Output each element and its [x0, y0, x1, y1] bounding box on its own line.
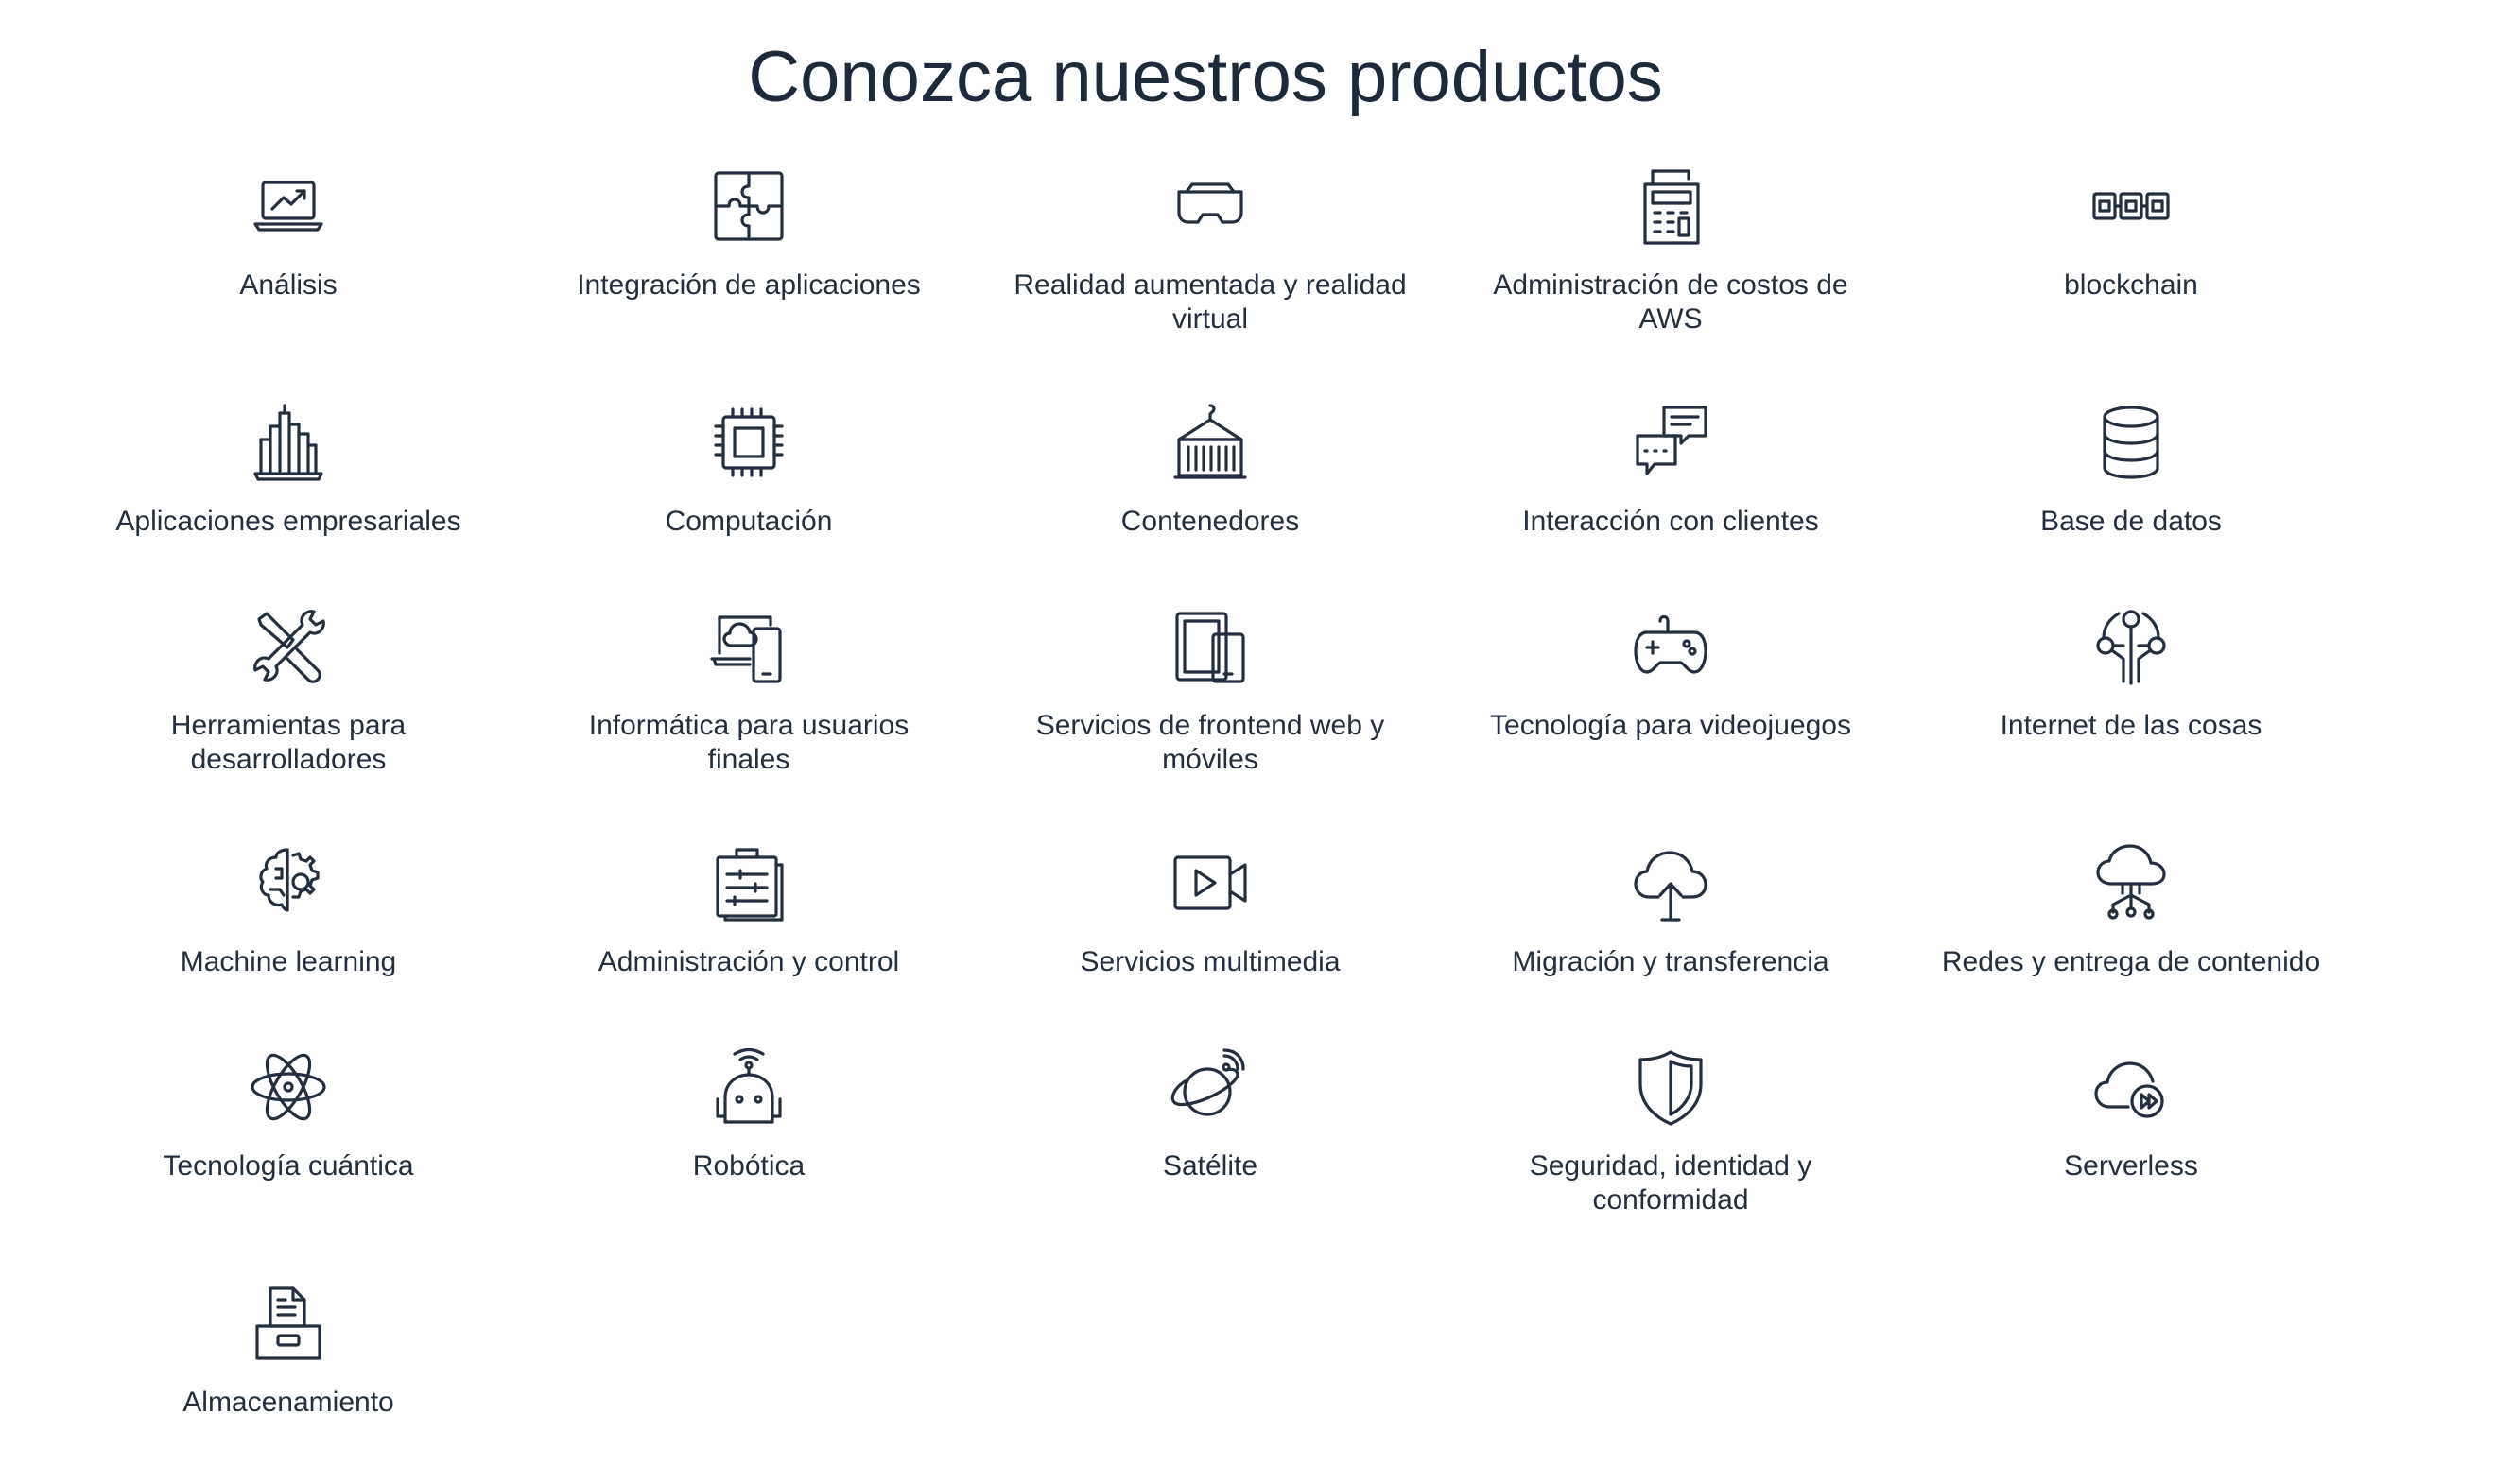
product-card-iot-circuit[interactable]: Internet de las cosas [1932, 603, 2330, 743]
product-label: Tecnología para videojuegos [1490, 710, 1851, 741]
product-card-chip[interactable]: Computación [550, 399, 947, 539]
shipping-container-icon [1167, 399, 1254, 486]
chain-blocks-icon [2088, 163, 2175, 250]
product-label: Herramientas para desarrolladores [170, 710, 407, 775]
products-page: Conozca nuestros productos Análisis Integ… [0, 0, 2513, 1484]
product-card-chat-bubbles[interactable]: Interacción con clientes [1472, 399, 1869, 539]
gamepad-icon [1627, 603, 1714, 690]
product-card-analytics-laptop[interactable]: Análisis [90, 163, 487, 302]
robot-icon [705, 1044, 792, 1130]
cloud-upload-icon [1627, 839, 1714, 926]
product-label: Migración y transferencia [1512, 946, 1829, 977]
product-label: Robótica [692, 1150, 806, 1182]
product-card-cloud-network[interactable]: Redes y entrega de contenido [1932, 839, 2330, 979]
product-label: Internet de las cosas [2000, 710, 2262, 741]
product-label: Administración y control [598, 946, 900, 977]
product-label: Serverless [2064, 1150, 2198, 1182]
products-grid: Análisis Integración de aplicaciones Reali… [0, 0, 2513, 1484]
analytics-laptop-icon [245, 163, 332, 250]
product-card-brain-gear[interactable]: Machine learning [90, 839, 487, 979]
iot-circuit-icon [2088, 603, 2175, 690]
product-card-video-camera[interactable]: Servicios multimedia [1012, 839, 1409, 979]
chip-icon [705, 399, 792, 486]
atom-icon [245, 1044, 332, 1130]
product-card-puzzle[interactable]: Integración de aplicaciones [550, 163, 947, 302]
cloud-fast-forward-icon [2088, 1044, 2175, 1130]
laptop-cloud-phone-icon [705, 603, 792, 690]
video-camera-icon [1167, 839, 1254, 926]
product-label: Tecnología cuántica [163, 1150, 414, 1182]
clipboard-sliders-icon [705, 839, 792, 926]
product-card-tools[interactable]: Herramientas para desarrolladores [90, 603, 487, 777]
product-card-cloud-fast-forward[interactable]: Serverless [1932, 1044, 2330, 1183]
product-card-cloud-upload[interactable]: Migración y transferencia [1472, 839, 1869, 979]
product-label: Administración de costos de AWS [1493, 269, 1848, 335]
product-card-planet-satellite[interactable]: Satélite [1012, 1044, 1409, 1183]
product-label: Informática para usuarios finales [588, 710, 910, 775]
product-card-database[interactable]: Base de datos [1932, 399, 2330, 539]
product-label: Base de datos [2040, 506, 2222, 537]
product-label: blockchain [2064, 269, 2198, 301]
chat-bubbles-icon [1627, 399, 1714, 486]
vr-headset-icon [1167, 163, 1254, 250]
product-label: Servicios multimedia [1080, 946, 1341, 977]
product-card-robot[interactable]: Robótica [550, 1044, 947, 1183]
shield-icon [1627, 1044, 1714, 1130]
product-card-vr-headset[interactable]: Realidad aumentada y realidad virtual [1012, 163, 1409, 336]
product-card-shield[interactable]: Seguridad, identidad y conformidad [1472, 1044, 1869, 1217]
product-card-shipping-container[interactable]: Contenedores [1012, 399, 1409, 539]
product-card-chain-blocks[interactable]: blockchain [1932, 163, 2330, 302]
puzzle-icon [705, 163, 792, 250]
office-buildings-icon [245, 399, 332, 486]
product-label: Integración de aplicaciones [577, 269, 921, 301]
product-label: Redes y entrega de contenido [1941, 946, 2321, 977]
storage-box-icon [245, 1280, 332, 1367]
cloud-network-icon [2088, 839, 2175, 926]
database-icon [2088, 399, 2175, 486]
product-label: Machine learning [180, 946, 397, 977]
product-label: Almacenamiento [182, 1387, 394, 1418]
product-label: Análisis [239, 269, 338, 301]
product-label: Aplicaciones empresariales [115, 506, 461, 537]
tablet-phone-icon [1167, 603, 1254, 690]
product-label: Satélite [1162, 1150, 1258, 1182]
product-label: Contenedores [1120, 506, 1300, 537]
product-card-clipboard-sliders[interactable]: Administración y control [550, 839, 947, 979]
product-label: Seguridad, identidad y conformidad [1529, 1150, 1812, 1216]
tools-icon [245, 603, 332, 690]
product-card-laptop-cloud-phone[interactable]: Informática para usuarios finales [550, 603, 947, 777]
brain-gear-icon [245, 839, 332, 926]
product-card-gamepad[interactable]: Tecnología para videojuegos [1472, 603, 1869, 743]
product-card-atom[interactable]: Tecnología cuántica [90, 1044, 487, 1183]
product-card-office-buildings[interactable]: Aplicaciones empresariales [90, 399, 487, 539]
product-label: Computación [665, 506, 833, 537]
product-label: Realidad aumentada y realidad virtual [1014, 269, 1407, 335]
product-card-storage-box[interactable]: Almacenamiento [90, 1280, 487, 1420]
product-card-calculator-receipt[interactable]: Administración de costos de AWS [1472, 163, 1869, 336]
product-label: Servicios de frontend web y móviles [1035, 710, 1385, 775]
planet-satellite-icon [1167, 1044, 1254, 1130]
product-card-tablet-phone[interactable]: Servicios de frontend web y móviles [1012, 603, 1409, 777]
calculator-receipt-icon [1627, 163, 1714, 250]
product-label: Interacción con clientes [1522, 506, 1819, 537]
